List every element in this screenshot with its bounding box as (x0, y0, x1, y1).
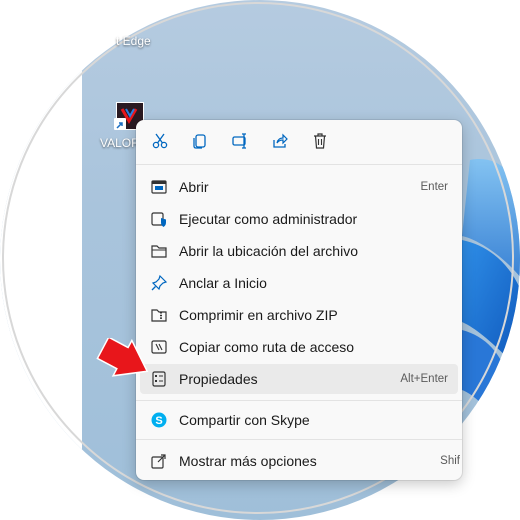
menu-item-shortcut: Alt+Enter (400, 373, 448, 385)
menu-item-pin-to-start[interactable]: Anclar a Inicio (140, 268, 458, 298)
menu-item-compress-zip[interactable]: Comprimir en archivo ZIP (140, 300, 458, 330)
menu-item-open[interactable]: Abrir Enter (140, 172, 458, 202)
rename-icon (231, 132, 249, 155)
menu-item-open-file-location[interactable]: Abrir la ubicación del archivo (140, 236, 458, 266)
cut-icon (151, 132, 169, 155)
menu-item-label: Anclar a Inicio (179, 275, 267, 291)
delete-icon (311, 132, 329, 155)
menu-item-show-more-options[interactable]: Mostrar más opciones Shif (140, 446, 460, 476)
app-shortcut-label[interactable]: VALOR (100, 136, 140, 150)
menu-item-label: Abrir (179, 179, 209, 195)
cut-button[interactable] (149, 132, 171, 154)
copy-button[interactable] (189, 132, 211, 154)
share-button[interactable] (269, 132, 291, 154)
menu-item-copy-as-path[interactable]: Copiar como ruta de acceso (140, 332, 458, 362)
admin-shield-icon (150, 210, 168, 228)
menu-item-label: Compartir con Skype (179, 412, 310, 428)
skype-icon: S (150, 411, 168, 429)
menu-item-shortcut: Shif (440, 455, 460, 467)
edge-shortcut-label[interactable]: t Edge (116, 34, 151, 48)
delete-button[interactable] (309, 132, 331, 154)
menu-item-run-as-admin[interactable]: Ejecutar como administrador (140, 204, 458, 234)
more-options-icon (150, 452, 168, 470)
menu-item-properties[interactable]: Propiedades Alt+Enter (140, 364, 458, 394)
outside-area (0, 0, 82, 520)
zip-folder-icon (150, 306, 168, 324)
menu-separator (136, 164, 462, 165)
rename-button[interactable] (229, 132, 251, 154)
shortcut-arrow-icon (114, 118, 126, 130)
open-icon (150, 178, 168, 196)
menu-separator (136, 400, 462, 401)
pin-icon (150, 274, 168, 292)
menu-item-label: Copiar como ruta de acceso (179, 339, 355, 355)
menu-item-shortcut: Enter (420, 181, 449, 193)
svg-text:S: S (155, 415, 162, 427)
menu-item-label: Mostrar más opciones (179, 453, 317, 469)
quick-actions-bar (136, 120, 462, 164)
context-menu: Abrir Enter Ejecutar como administrador … (136, 120, 462, 480)
folder-icon (150, 242, 168, 260)
copy-icon (191, 132, 209, 155)
menu-item-share-skype[interactable]: S Compartir con Skype (140, 405, 458, 435)
menu-item-label: Comprimir en archivo ZIP (179, 307, 338, 323)
menu-item-label: Abrir la ubicación del archivo (179, 243, 358, 259)
share-icon (271, 132, 289, 155)
menu-item-label: Ejecutar como administrador (179, 211, 358, 227)
menu-item-label: Propiedades (179, 371, 258, 387)
annotation-arrow-icon (96, 338, 149, 377)
menu-separator (136, 439, 462, 440)
